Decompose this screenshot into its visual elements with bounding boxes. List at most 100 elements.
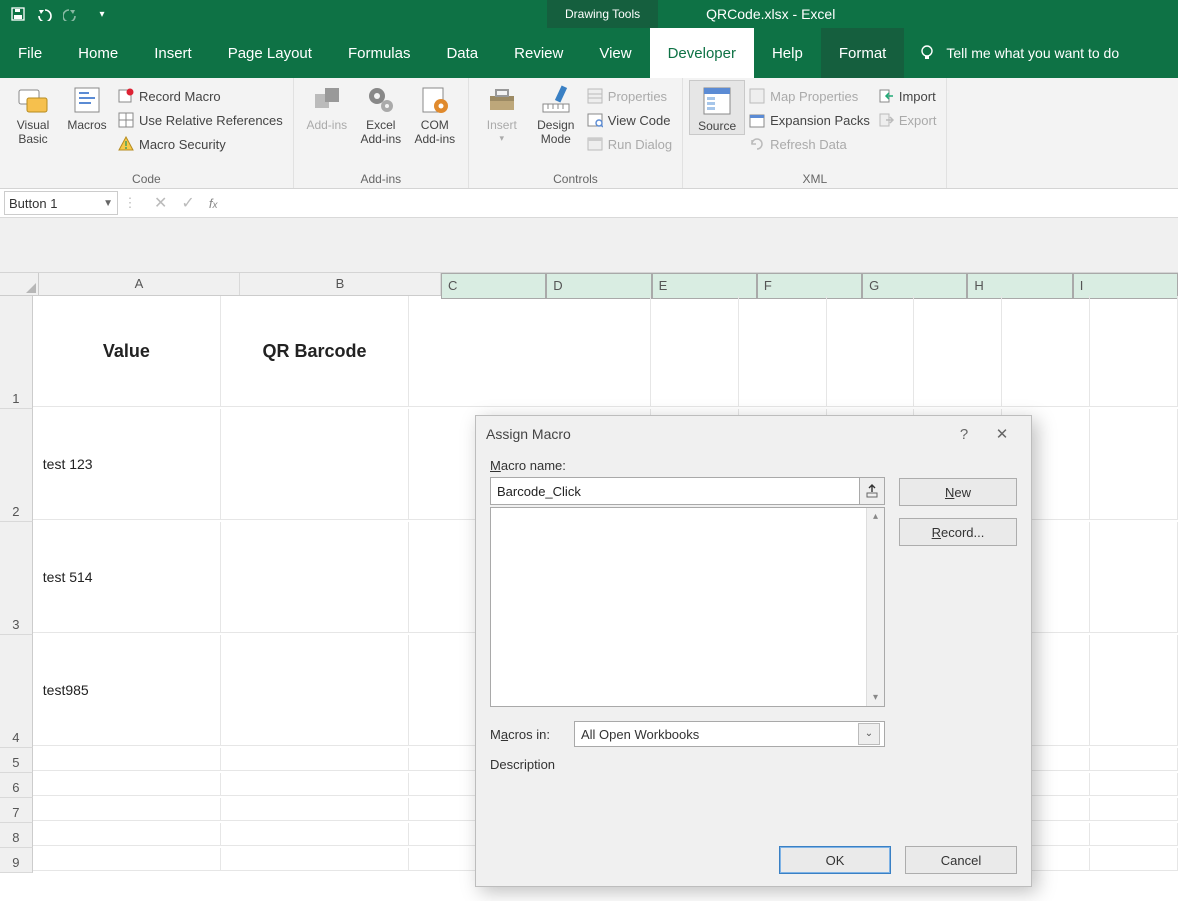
cell[interactable] xyxy=(739,296,827,407)
group-controls: Insert▾ Design Mode Properties View Code… xyxy=(469,78,683,188)
cell[interactable]: test 123 xyxy=(33,409,221,520)
options-icon: ⋮ xyxy=(120,195,140,211)
cell[interactable]: test985 xyxy=(33,635,221,746)
macro-name-input[interactable] xyxy=(490,477,860,505)
cell[interactable] xyxy=(33,773,221,796)
design-mode-button[interactable]: Design Mode xyxy=(529,80,583,147)
cell[interactable] xyxy=(1090,773,1178,796)
row-header-6[interactable]: 6 xyxy=(0,773,33,798)
com-addins-button[interactable]: COM Add-ins xyxy=(408,80,462,147)
tell-me-search[interactable]: Tell me what you want to do xyxy=(904,28,1133,78)
row-header-7[interactable]: 7 xyxy=(0,798,33,823)
macros-in-select[interactable]: All Open Workbooks ⌄ xyxy=(574,721,885,747)
row-header-9[interactable]: 9 xyxy=(0,848,33,873)
cell[interactable] xyxy=(33,798,221,821)
new-button[interactable]: New xyxy=(899,478,1017,506)
tab-format[interactable]: Format xyxy=(821,28,905,78)
enter-formula-button[interactable]: ✓ xyxy=(181,193,194,213)
addins-button: Add-ins xyxy=(300,80,354,133)
ribbon: Visual Basic Macros Record Macro Use Rel… xyxy=(0,78,1178,189)
cell[interactable] xyxy=(33,748,221,771)
cell[interactable] xyxy=(409,296,651,407)
record-macro-button[interactable]: Record Macro xyxy=(114,84,287,108)
select-all-corner[interactable] xyxy=(0,273,39,295)
cell[interactable] xyxy=(221,748,409,771)
cell[interactable] xyxy=(221,635,409,746)
cell[interactable]: test 514 xyxy=(33,522,221,633)
tab-developer[interactable]: Developer xyxy=(650,28,754,78)
cell[interactable] xyxy=(1090,296,1178,407)
tab-page-layout[interactable]: Page Layout xyxy=(210,28,330,78)
cell[interactable] xyxy=(33,848,221,871)
macros-button[interactable]: Macros xyxy=(60,80,114,133)
cell[interactable] xyxy=(1002,296,1090,407)
scroll-up-button[interactable]: ▴ xyxy=(867,508,884,525)
view-code-button[interactable]: View Code xyxy=(583,108,676,132)
cell[interactable]: QR Barcode xyxy=(221,296,409,407)
cell[interactable] xyxy=(827,296,915,407)
row-header-1[interactable]: 1 xyxy=(0,296,33,409)
range-picker-button[interactable] xyxy=(860,477,885,505)
ok-button[interactable]: OK xyxy=(779,846,891,874)
cancel-button[interactable]: Cancel xyxy=(905,846,1017,874)
source-button[interactable]: Source xyxy=(689,80,745,135)
tab-home[interactable]: Home xyxy=(60,28,136,78)
tab-help[interactable]: Help xyxy=(754,28,821,78)
scrollbar[interactable]: ▴ ▾ xyxy=(866,508,884,706)
cell[interactable] xyxy=(221,773,409,796)
cell[interactable] xyxy=(221,823,409,846)
excel-addins-button[interactable]: Excel Add-ins xyxy=(354,80,408,147)
ruler-pencil-icon xyxy=(540,84,572,116)
cell[interactable] xyxy=(1090,635,1178,746)
tab-file[interactable]: File xyxy=(0,28,60,78)
map-properties-button: Map Properties xyxy=(745,84,874,108)
row-header-8[interactable]: 8 xyxy=(0,823,33,848)
cell[interactable] xyxy=(1090,823,1178,846)
row-header-3[interactable]: 3 xyxy=(0,522,33,635)
cell[interactable] xyxy=(33,823,221,846)
cell[interactable]: Value xyxy=(33,296,221,407)
tab-formulas[interactable]: Formulas xyxy=(330,28,429,78)
scroll-down-button[interactable]: ▾ xyxy=(867,689,884,706)
use-relative-references-button[interactable]: Use Relative References xyxy=(114,108,287,132)
tab-view[interactable]: View xyxy=(581,28,649,78)
cancel-formula-button[interactable]: ✕ xyxy=(154,193,167,213)
formula-bar: Button 1 ▼ ⋮ ✕ ✓ fx xyxy=(0,189,1178,218)
save-button[interactable] xyxy=(5,3,31,25)
cell[interactable] xyxy=(221,848,409,871)
dialog-titlebar[interactable]: Assign Macro ? ✕ xyxy=(476,416,1031,452)
cell[interactable] xyxy=(914,296,1002,407)
name-box[interactable]: Button 1 ▼ xyxy=(4,191,118,215)
cell[interactable] xyxy=(1090,522,1178,633)
help-button[interactable]: ? xyxy=(945,426,983,443)
undo-button[interactable] xyxy=(33,3,59,25)
import-button[interactable]: Import xyxy=(874,84,941,108)
cell[interactable] xyxy=(221,409,409,520)
cell[interactable] xyxy=(1090,409,1178,520)
column-header-B[interactable]: B xyxy=(240,273,441,295)
tab-insert[interactable]: Insert xyxy=(136,28,210,78)
visual-basic-button[interactable]: Visual Basic xyxy=(6,80,60,147)
fx-icon[interactable]: fx xyxy=(209,196,218,211)
record-button[interactable]: Record... xyxy=(899,518,1017,546)
cell[interactable] xyxy=(1090,798,1178,821)
formula-input[interactable] xyxy=(217,192,1178,214)
import-icon xyxy=(878,88,894,104)
cell[interactable] xyxy=(221,798,409,821)
cell[interactable] xyxy=(1090,748,1178,771)
macro-listbox[interactable]: ▴ ▾ xyxy=(490,507,885,707)
cell[interactable] xyxy=(651,296,739,407)
column-header-A[interactable]: A xyxy=(39,273,240,295)
redo-button[interactable] xyxy=(61,3,87,25)
close-button[interactable]: ✕ xyxy=(983,425,1021,443)
cell[interactable] xyxy=(221,522,409,633)
cell[interactable] xyxy=(1090,848,1178,871)
tab-review[interactable]: Review xyxy=(496,28,581,78)
tab-data[interactable]: Data xyxy=(428,28,496,78)
qat-customize-button[interactable]: ▾ xyxy=(89,3,115,25)
row-header-5[interactable]: 5 xyxy=(0,748,33,773)
row-header-4[interactable]: 4 xyxy=(0,635,33,748)
expansion-packs-button[interactable]: Expansion Packs xyxy=(745,108,874,132)
row-header-2[interactable]: 2 xyxy=(0,409,33,522)
macro-security-button[interactable]: Macro Security xyxy=(114,132,287,156)
